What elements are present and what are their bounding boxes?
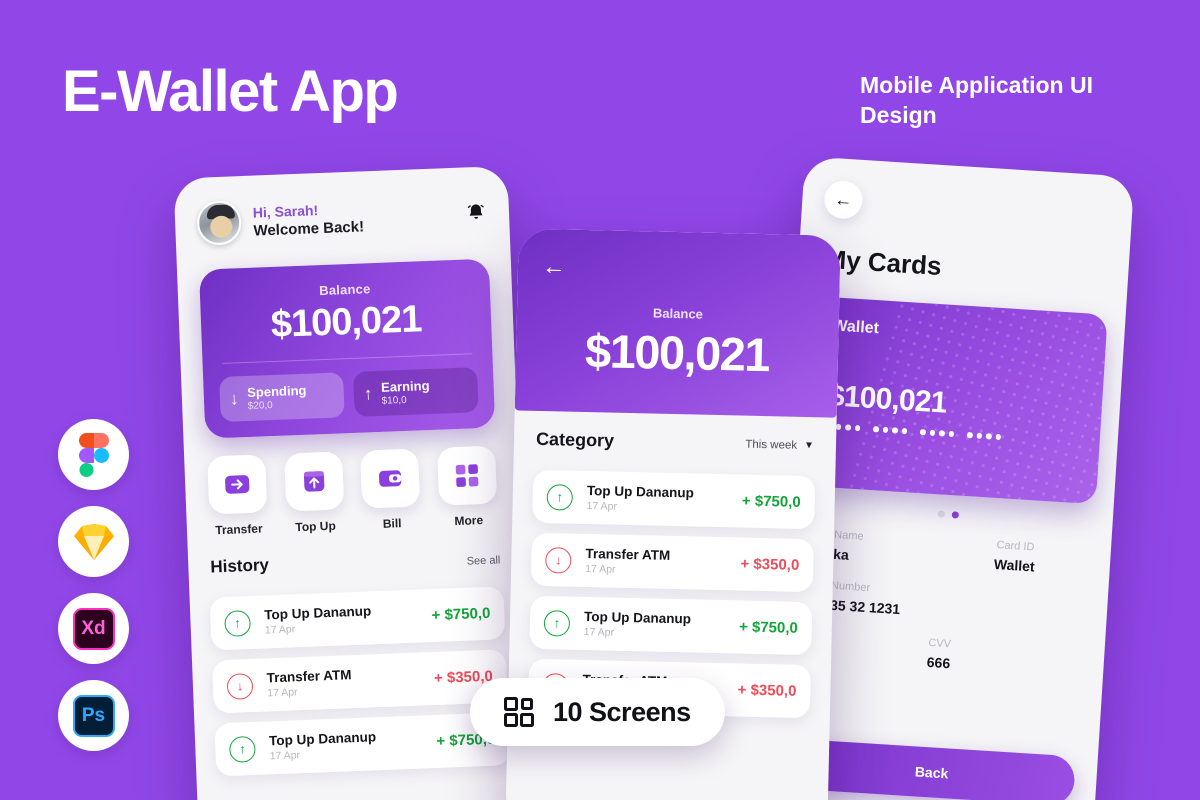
action-bill-box[interactable] bbox=[360, 448, 421, 509]
transaction-amount: + $350,0 bbox=[740, 555, 800, 574]
photoshop-icon-chip: Ps bbox=[58, 680, 129, 751]
spending-pill[interactable]: ↓ Spending $20,0 bbox=[219, 372, 345, 423]
transaction-name: Top Up Dananup bbox=[583, 609, 692, 627]
figma-icon bbox=[78, 432, 109, 477]
pager-dot-2[interactable] bbox=[951, 511, 959, 519]
balance-card-home: Balance $100,021 ↓ Spending $20,0 ↑ Earn… bbox=[198, 258, 496, 439]
earning-label: Earning bbox=[380, 377, 430, 395]
balance-divider bbox=[222, 353, 473, 364]
balance-amount: $100,021 bbox=[270, 298, 423, 347]
table-row[interactable]: ↑ Top Up Dananup 17 Apr + $750,0 bbox=[532, 469, 816, 530]
action-topup-label: Top Up bbox=[295, 518, 337, 535]
grid-icon bbox=[504, 697, 534, 727]
sketch-icon bbox=[73, 523, 114, 560]
top-up-icon bbox=[303, 471, 325, 492]
arrow-up-circle-icon: ↑ bbox=[224, 609, 252, 637]
page-title: E-Wallet App bbox=[62, 59, 399, 124]
action-more-box[interactable] bbox=[436, 445, 498, 506]
home-header: Hi, Sarah! Welcome Back! bbox=[173, 166, 510, 257]
greeting-block: Hi, Sarah! Welcome Back! bbox=[252, 196, 465, 239]
history-transaction-list: ↑ Top Up Dananup 17 Apr + $750,0 ↓ Trans… bbox=[189, 566, 530, 778]
bell-icon[interactable] bbox=[465, 202, 488, 225]
action-bill[interactable]: Bill bbox=[359, 448, 422, 531]
transaction-name: Top Up Dananup bbox=[586, 483, 695, 501]
adobe-xd-icon: Xd bbox=[72, 607, 115, 650]
earning-pill[interactable]: ↑ Earning $10,0 bbox=[353, 367, 479, 417]
action-transfer-label: Transfer bbox=[215, 521, 263, 538]
avatar[interactable] bbox=[196, 200, 243, 246]
transaction-date: 17 Apr bbox=[586, 500, 618, 513]
action-more-label: More bbox=[454, 513, 484, 529]
table-row[interactable]: ↓ Transfer ATM 17 Apr + $350,0 bbox=[530, 532, 814, 593]
card-id-value: Wallet bbox=[993, 555, 1036, 575]
spending-label: Spending bbox=[246, 382, 307, 400]
history-title: History bbox=[210, 555, 270, 577]
pager-dot-1[interactable] bbox=[937, 510, 945, 518]
back-action-button[interactable]: Back bbox=[787, 738, 1076, 800]
balance-stats-row: ↓ Spending $20,0 ↑ Earning $10,0 bbox=[219, 367, 479, 423]
category-filter-label: This week bbox=[745, 438, 798, 452]
back-button-category[interactable]: ← bbox=[542, 253, 816, 285]
screens-count-badge: 10 Screens bbox=[470, 678, 725, 746]
arrow-up-icon: ↑ bbox=[363, 384, 373, 404]
transaction-amount: + $750,0 bbox=[741, 492, 801, 511]
arrow-up-circle-icon: ↑ bbox=[546, 483, 574, 511]
arrow-up-circle-icon: ↑ bbox=[543, 609, 571, 637]
card-field-row-2: Card Number 34 235 32 1231 bbox=[802, 578, 1082, 628]
adobe-xd-icon-chip: Xd bbox=[58, 593, 129, 664]
wallet-bill-icon bbox=[379, 470, 402, 487]
action-topup[interactable]: Top Up bbox=[283, 451, 346, 534]
card-field-row-1: Card Name Antika Card ID Wallet bbox=[806, 527, 1086, 577]
grid-more-icon bbox=[455, 464, 479, 487]
transaction-date: 17 Apr bbox=[583, 626, 615, 639]
arrow-down-circle-icon: ↓ bbox=[545, 546, 572, 574]
poster-canvas: E-Wallet App Mobile Application UI Desig… bbox=[0, 0, 1200, 800]
transaction-amount: + $750,0 bbox=[431, 604, 491, 625]
quick-actions-row: Transfer Top Up Bill More bbox=[183, 427, 521, 539]
card-number-field: Card Number 34 235 32 1231 bbox=[802, 578, 1082, 628]
earning-value: $10,0 bbox=[381, 394, 407, 407]
tool-icon-rail: Xd Ps bbox=[58, 419, 129, 751]
action-more[interactable]: More bbox=[436, 445, 499, 528]
sketch-icon-chip bbox=[58, 506, 129, 577]
screens-count-label: 10 Screens bbox=[553, 696, 691, 727]
category-header: Category This week ▼ bbox=[514, 410, 837, 456]
back-button-cards[interactable]: ← bbox=[823, 179, 864, 220]
action-bill-label: Bill bbox=[382, 516, 402, 531]
card-cvv-field: CVV 666 bbox=[799, 629, 1079, 679]
table-row[interactable]: ↑ Top Up Dananup 17 Apr + $750,0 bbox=[214, 712, 511, 777]
arrow-down-circle-icon: ↓ bbox=[226, 672, 254, 700]
chevron-down-icon: ▼ bbox=[803, 439, 815, 452]
transaction-name: Transfer ATM bbox=[585, 546, 671, 563]
category-balance-label: Balance bbox=[652, 305, 704, 322]
card-field-row-3: CVV 666 bbox=[799, 629, 1079, 679]
transfer-arrow-icon bbox=[225, 475, 250, 494]
figma-icon-chip bbox=[58, 419, 129, 490]
cards-header: ← My Cards bbox=[798, 156, 1135, 293]
category-balance-header: ← Balance $100,021 bbox=[514, 228, 841, 418]
card-id-field: Card ID Wallet bbox=[944, 536, 1085, 578]
page-subtitle: Mobile Application UI Design bbox=[860, 72, 1093, 129]
action-transfer-box[interactable] bbox=[207, 454, 268, 515]
table-row[interactable]: ↑ Top Up Dananup 17 Apr + $750,0 bbox=[209, 586, 506, 651]
transaction-date: 17 Apr bbox=[585, 563, 616, 576]
transaction-amount: + $750,0 bbox=[738, 618, 799, 637]
table-row[interactable]: ↓ Transfer ATM 17 Apr + $350,0 bbox=[211, 649, 508, 714]
arrow-down-icon: ↓ bbox=[229, 389, 239, 409]
category-filter-dropdown[interactable]: This week ▼ bbox=[745, 438, 814, 452]
action-transfer[interactable]: Transfer bbox=[206, 454, 269, 537]
spending-value: $20,0 bbox=[247, 400, 273, 412]
arrow-left-icon: ← bbox=[833, 188, 854, 210]
category-title: Category bbox=[535, 428, 615, 451]
transaction-amount: + $350,0 bbox=[737, 681, 797, 700]
table-row[interactable]: ↑ Top Up Dananup 17 Apr + $750,0 bbox=[529, 595, 813, 656]
history-see-all-link[interactable]: See all bbox=[467, 554, 501, 567]
credit-card[interactable]: Wallet $100,021 bbox=[802, 296, 1108, 505]
cards-page-title: My Cards bbox=[823, 243, 943, 282]
photoshop-icon: Ps bbox=[72, 694, 115, 737]
action-topup-box[interactable] bbox=[283, 451, 344, 512]
category-balance-amount: $100,021 bbox=[584, 323, 770, 382]
arrow-up-circle-icon: ↑ bbox=[228, 735, 256, 763]
